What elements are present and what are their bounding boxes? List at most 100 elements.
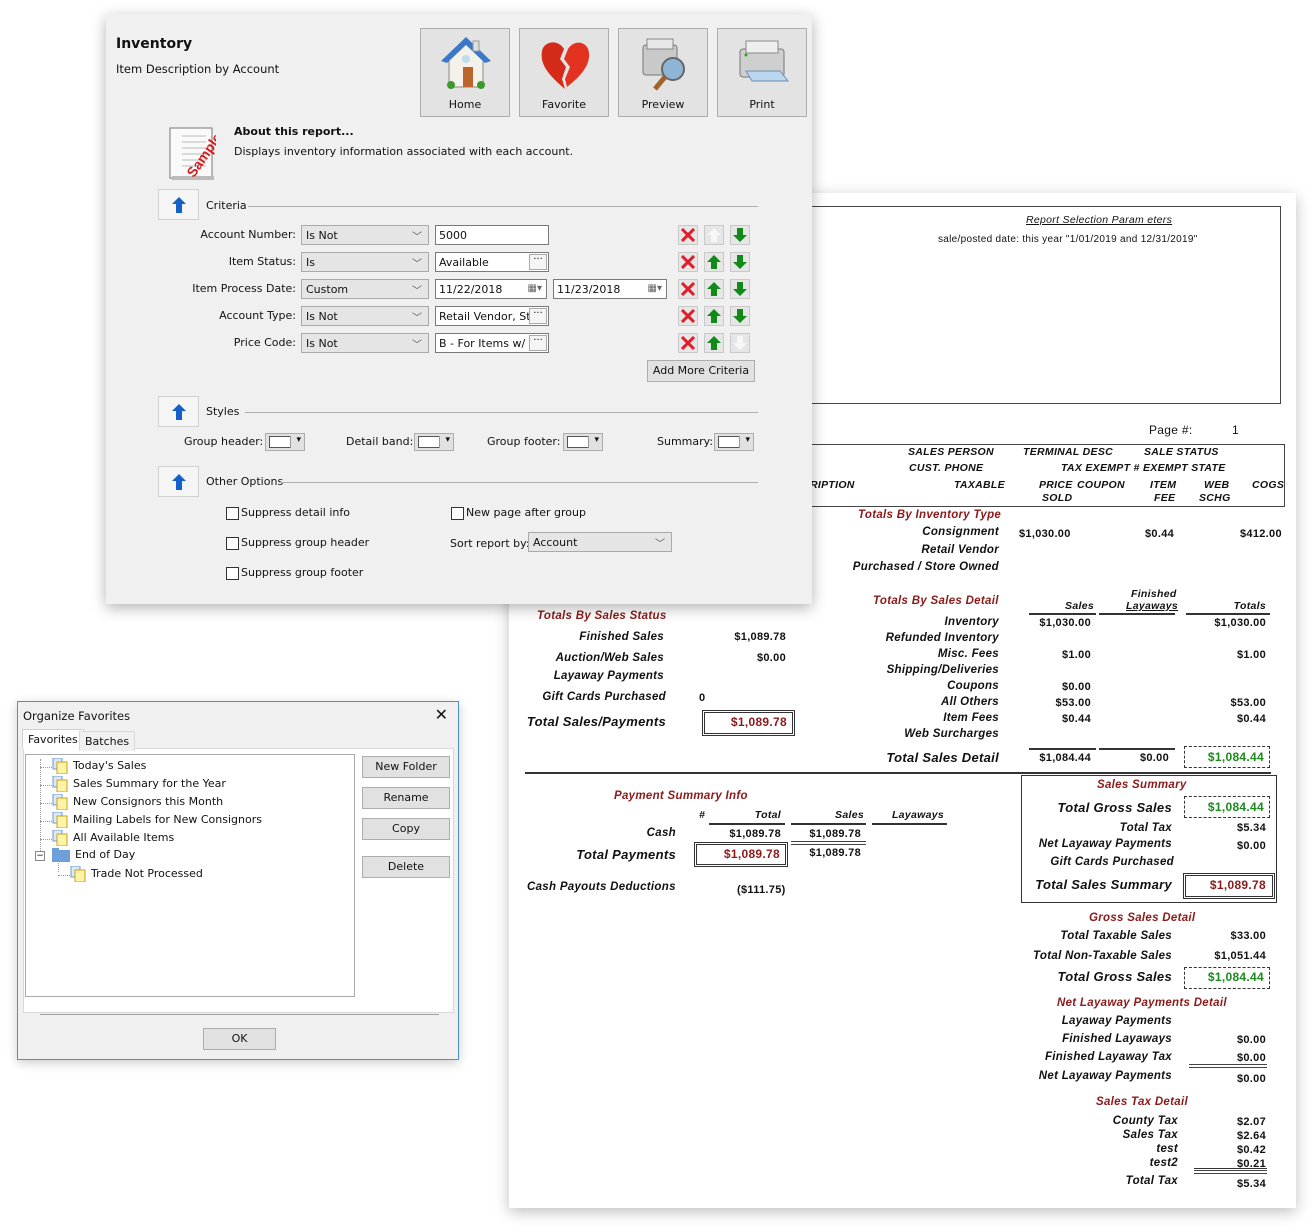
- ellipsis-button[interactable]: ···: [529, 335, 547, 351]
- tree-item[interactable]: New Consignors this Month: [52, 794, 223, 810]
- remove-criteria-button[interactable]: [678, 279, 698, 299]
- organize-favorites-dialog: Organize Favorites ✕ Favorites Batches T…: [17, 701, 459, 1060]
- criteria-date-to[interactable]: 11/23/2018 ▦▾: [553, 279, 667, 299]
- col-sale-status: SALE STATUS: [1144, 446, 1219, 458]
- ellipsis-button[interactable]: ···: [529, 308, 547, 324]
- remove-criteria-button[interactable]: [678, 333, 698, 353]
- summary-total-label: Total Sales Summary: [1035, 877, 1172, 892]
- rename-button[interactable]: Rename: [362, 787, 450, 809]
- group-header-color-picker[interactable]: ▾: [265, 433, 305, 451]
- tree-item[interactable]: Mailing Labels for New Consignors: [52, 812, 262, 828]
- criteria-value-field[interactable]: Retail Vendor, Sto ···: [435, 306, 549, 326]
- calendar-icon: ▦▾: [647, 283, 662, 294]
- summary-color-picker[interactable]: ▾: [714, 433, 754, 451]
- arrow-up-icon: [172, 197, 186, 213]
- gross-total-value: $1,084.44: [1207, 970, 1264, 984]
- col-taxable: TAXABLE: [954, 479, 1005, 491]
- styles-heading: Styles: [206, 405, 240, 418]
- summary-total-value: $1,089.78: [1209, 878, 1266, 892]
- sales-detail-sales: $53.00: [1055, 697, 1091, 709]
- house-icon: [441, 37, 491, 89]
- add-more-criteria-button[interactable]: Add More Criteria: [647, 360, 755, 382]
- criteria-operator-select[interactable]: Is ﹀: [301, 252, 429, 272]
- criteria-date-from[interactable]: 11/22/2018 ▦▾: [435, 279, 547, 299]
- new-page-after-group-checkbox[interactable]: New page after group: [451, 506, 586, 520]
- criteria-label: Account Number:: [200, 228, 296, 241]
- gross-taxable-value: $33.00: [1230, 930, 1266, 942]
- printer-icon: [739, 40, 790, 82]
- printer-magnifier-icon: [642, 38, 685, 91]
- favorites-tree[interactable]: Today's Sales Sales Summary for the Year N…: [25, 754, 355, 997]
- criteria-collapse-button[interactable]: [158, 189, 199, 220]
- move-down-button[interactable]: [730, 225, 750, 245]
- home-button[interactable]: Home: [420, 28, 510, 117]
- sales-detail-totals: $1.00: [1236, 649, 1266, 661]
- params-title: Report Selection Param eters: [1026, 214, 1173, 226]
- tree-item[interactable]: Sales Summary for the Year: [52, 776, 226, 792]
- detail-band-label: Detail band:: [346, 435, 414, 448]
- move-up-button[interactable]: [704, 279, 724, 299]
- gross-taxable-label: Total Taxable Sales: [1060, 930, 1172, 942]
- suppress-group-footer-checkbox[interactable]: Suppress group footer: [226, 566, 363, 580]
- print-button[interactable]: Print: [717, 28, 807, 117]
- preview-button[interactable]: Preview: [618, 28, 708, 117]
- criteria-value-field[interactable]: B - For Items w/ P ···: [435, 333, 549, 353]
- tree-item[interactable]: Today's Sales: [52, 758, 146, 774]
- group-footer-color-picker[interactable]: ▾: [563, 433, 603, 451]
- tax-detail-title: Sales Tax Detail: [1096, 1096, 1188, 1108]
- sort-report-select[interactable]: Account ﹀: [528, 532, 672, 552]
- move-up-button[interactable]: [704, 252, 724, 272]
- remove-criteria-button[interactable]: [678, 306, 698, 326]
- col-sold: SOLD: [1042, 492, 1073, 504]
- remove-criteria-button[interactable]: [678, 225, 698, 245]
- criteria-operator-select[interactable]: Custom ﹀: [301, 279, 429, 299]
- layaway-finished-label: Finished Layaways: [1062, 1033, 1172, 1045]
- collapse-toggle-icon[interactable]: −: [35, 851, 45, 861]
- suppress-detail-checkbox[interactable]: Suppress detail info: [226, 506, 350, 520]
- status-row-label: Gift Cards Purchased: [542, 691, 666, 703]
- copy-button[interactable]: Copy: [362, 818, 450, 840]
- styles-collapse-button[interactable]: [158, 396, 199, 427]
- report-document-icon: [52, 794, 73, 810]
- move-up-button[interactable]: [704, 333, 724, 353]
- other-options-collapse-button[interactable]: [158, 466, 199, 497]
- move-down-button[interactable]: [730, 306, 750, 326]
- col-sales-person: SALES PERSON: [908, 446, 994, 458]
- tree-folder[interactable]: End of Day: [52, 848, 135, 862]
- detail-band-color-picker[interactable]: ▾: [414, 433, 454, 451]
- layaway-payments-label: Layaway Payments: [1061, 1015, 1172, 1027]
- favorite-button[interactable]: Favorite: [519, 28, 609, 117]
- criteria-label: Item Status:: [228, 255, 296, 268]
- layaway-detail-title: Net Layaway Payments Detail: [1057, 997, 1227, 1009]
- criteria-operator-select[interactable]: Is Not ﹀: [301, 225, 429, 245]
- arrow-up-icon: [172, 474, 186, 490]
- inv-row-label: Consignment: [922, 526, 999, 538]
- criteria-operator-select[interactable]: Is Not ﹀: [301, 306, 429, 326]
- total-sales-detail-label: Total Sales Detail: [886, 750, 999, 765]
- col-terminal-desc: TERMINAL DESC: [1023, 446, 1114, 458]
- tree-item[interactable]: Trade Not Processed: [70, 866, 203, 882]
- criteria-value-input[interactable]: 5000: [435, 225, 549, 245]
- tab-favorites[interactable]: Favorites: [22, 729, 84, 749]
- move-up-button[interactable]: [704, 306, 724, 326]
- criteria-operator-select[interactable]: Is Not ﹀: [301, 333, 429, 353]
- tree-item[interactable]: All Available Items: [52, 830, 174, 846]
- sales-detail-sales: $0.00: [1061, 681, 1091, 693]
- sales-detail-title: Totals By Sales Detail: [873, 595, 999, 607]
- layaway-tax-label: Finished Layaway Tax: [1044, 1051, 1172, 1063]
- ok-button[interactable]: OK: [203, 1028, 276, 1050]
- new-folder-button[interactable]: New Folder: [362, 756, 450, 778]
- sample-report-icon: Sample: [169, 127, 216, 180]
- col-price: PRICE: [1039, 479, 1073, 491]
- suppress-group-header-checkbox[interactable]: Suppress group header: [226, 536, 369, 550]
- move-down-button[interactable]: [730, 279, 750, 299]
- move-down-button[interactable]: [730, 252, 750, 272]
- close-icon[interactable]: ✕: [435, 705, 448, 724]
- delete-button[interactable]: Delete: [362, 856, 450, 878]
- remove-criteria-button[interactable]: [678, 252, 698, 272]
- ellipsis-button[interactable]: ···: [529, 254, 547, 270]
- tab-batches[interactable]: Batches: [79, 731, 136, 751]
- calendar-icon: ▦▾: [527, 283, 542, 294]
- criteria-value-field[interactable]: Available ···: [435, 252, 549, 272]
- preview-label: Preview: [641, 98, 685, 111]
